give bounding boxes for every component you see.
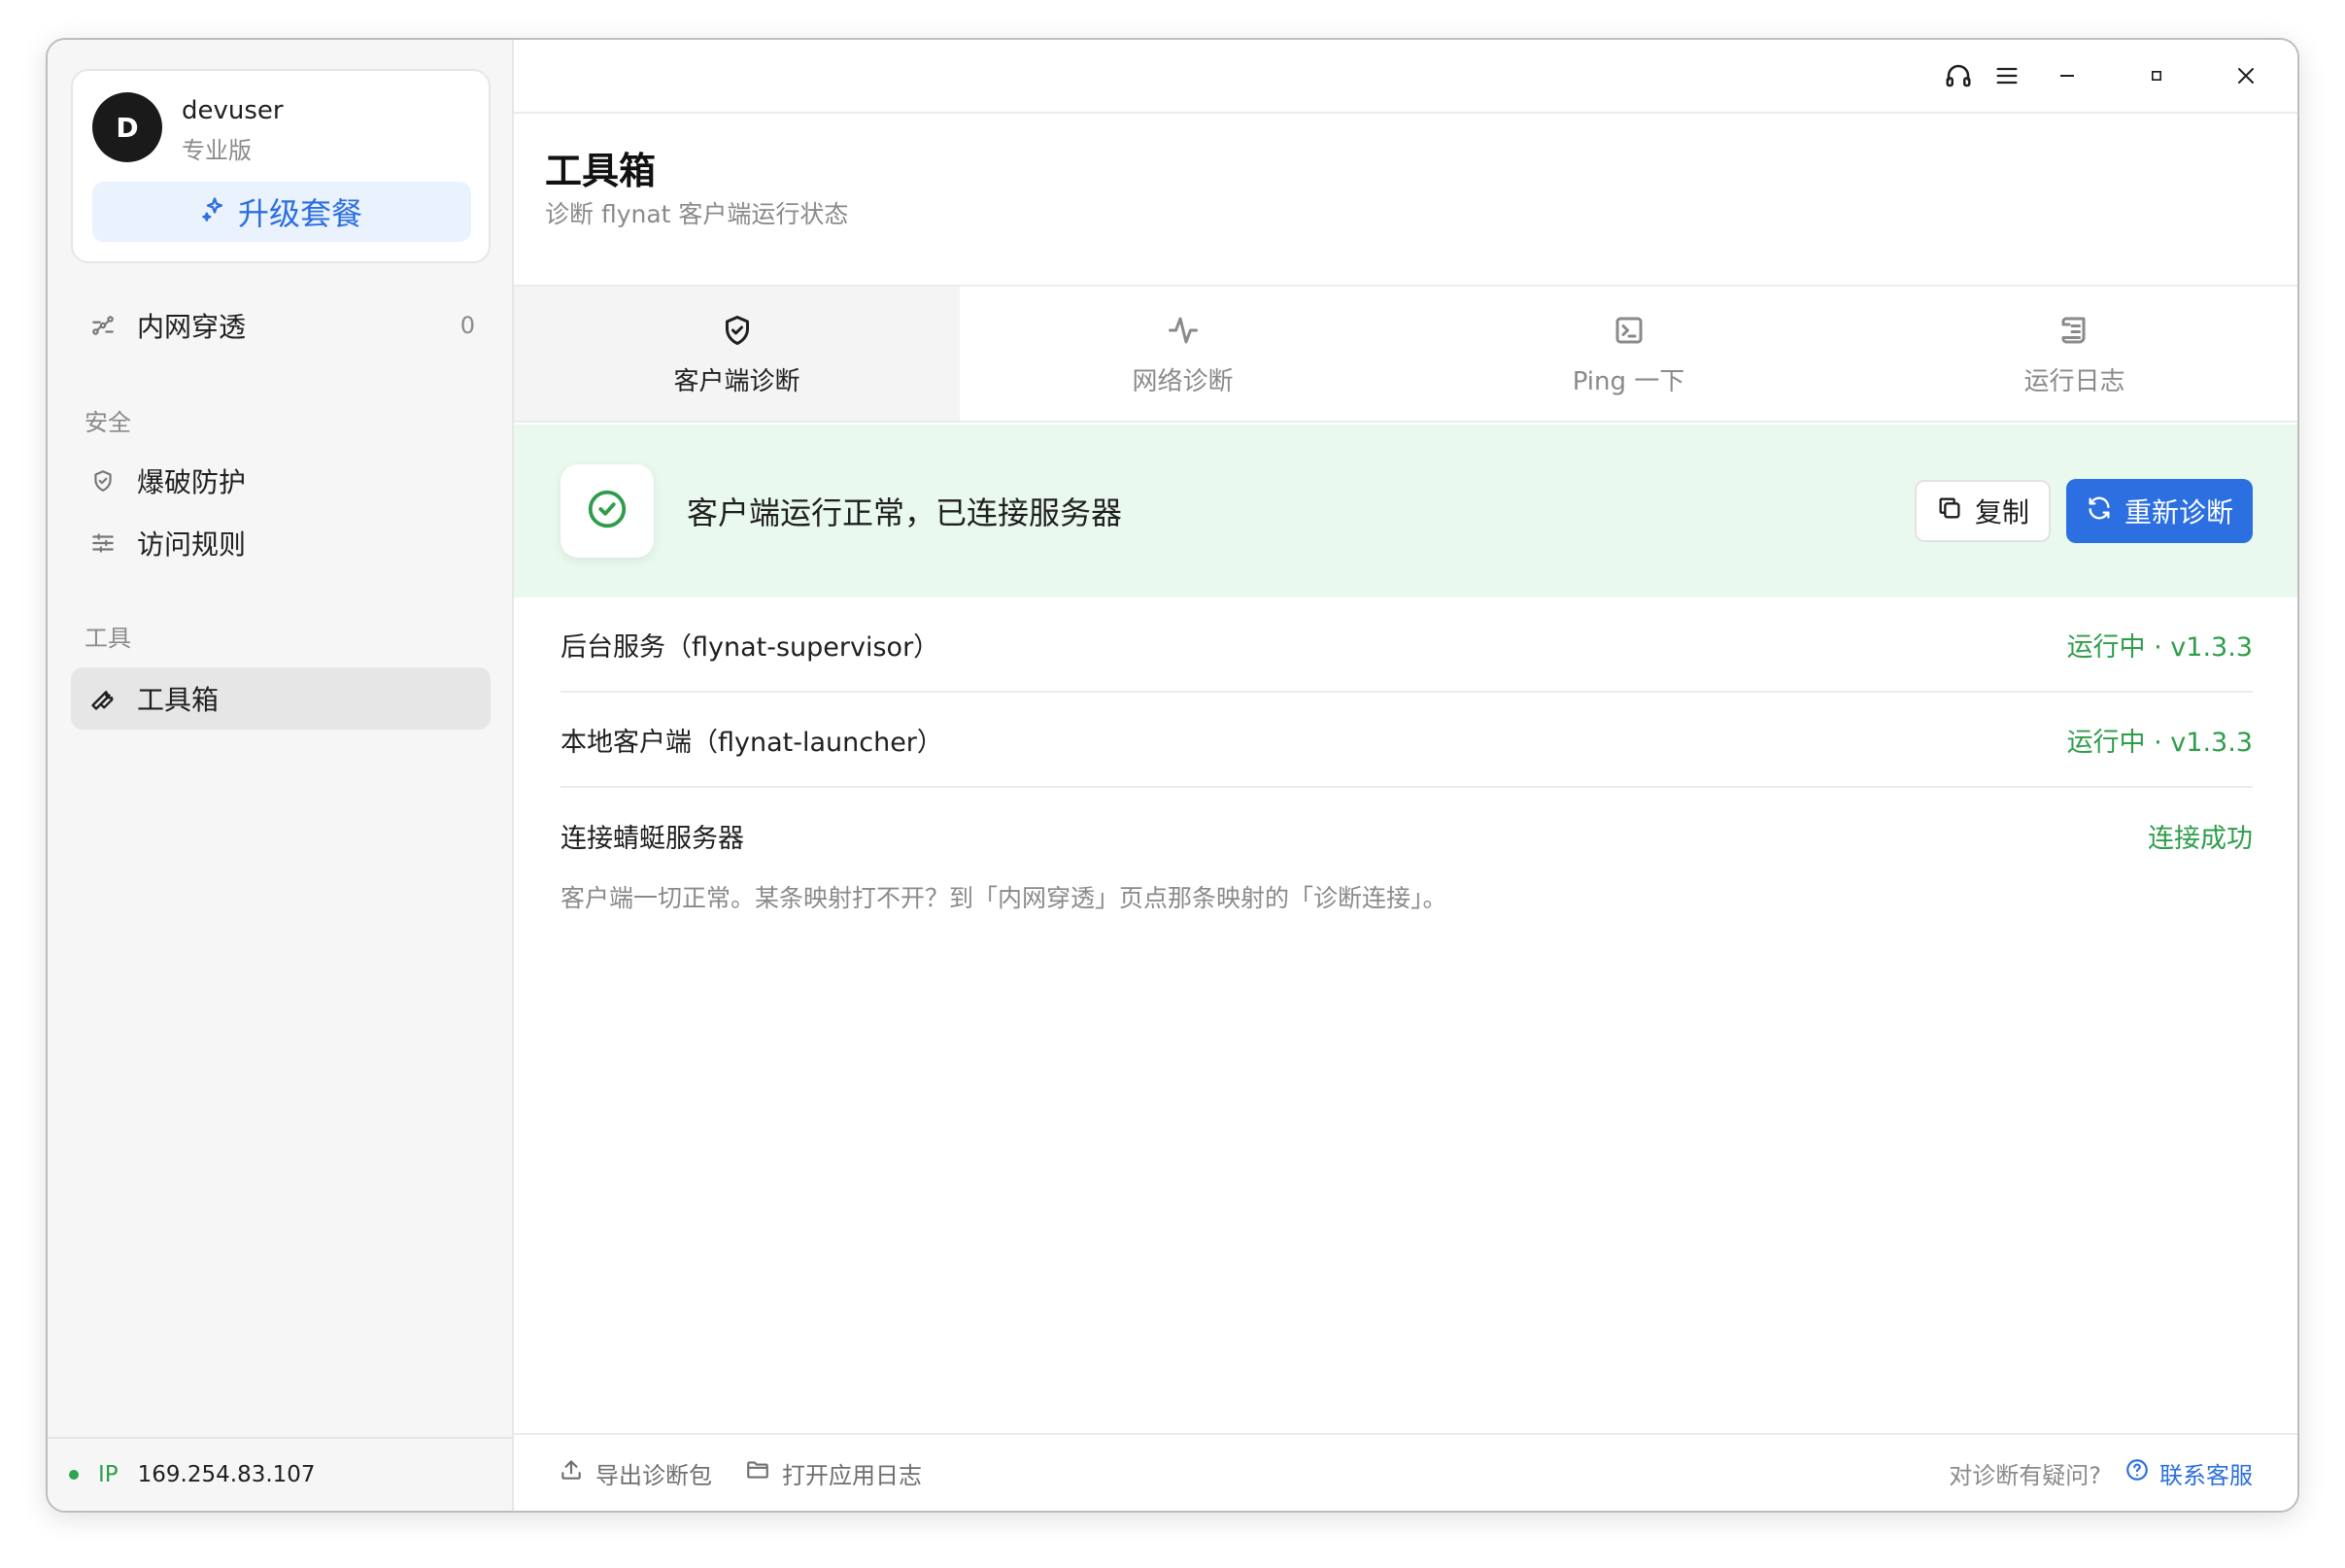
status-message: 客户端运行正常，已连接服务器: [687, 494, 1123, 531]
network-icon: [88, 311, 118, 340]
app-window: D devuser 专业版 升级套餐 内网穿透 0 安全 爆破防护 访问规则 工…: [46, 38, 2299, 1513]
avatar[interactable]: D: [92, 92, 162, 162]
check-status: 连接成功: [2148, 823, 2253, 854]
open-app-log-button[interactable]: 打开应用日志: [745, 1456, 922, 1490]
check-name: 后台服务（flynat-supervisor）: [561, 631, 940, 663]
activity-icon: [1164, 311, 1203, 350]
copy-button[interactable]: 复制: [1914, 480, 2051, 542]
ip-label: IP: [98, 1462, 119, 1487]
status-icon-box: [561, 464, 654, 558]
section-label-tools: 工具: [85, 625, 131, 652]
tab-client-diagnosis[interactable]: 客户端诊断: [514, 287, 960, 421]
contact-support-link[interactable]: 联系客服: [2124, 1456, 2253, 1490]
contact-label: 联系客服: [2159, 1461, 2253, 1489]
titlebar: [514, 40, 2297, 114]
check-list: 后台服务（flynat-supervisor） 运行中 · v1.3.3 本地客…: [561, 597, 2253, 883]
scroll-icon: [2056, 311, 2094, 350]
status-banner: 客户端运行正常，已连接服务器 复制 重新诊断: [514, 425, 2297, 597]
rediagnose-button[interactable]: 重新诊断: [2065, 479, 2253, 543]
main-footer: 导出诊断包 打开应用日志 对诊断有疑问? 联系客服: [514, 1433, 2297, 1511]
main-panel: 工具箱 诊断 flynat 客户端运行状态 客户端诊断 网络诊断 Ping 一下…: [514, 40, 2297, 1511]
plan-label: 专业版: [182, 137, 252, 164]
online-dot: [69, 1470, 79, 1480]
sidebar-item-toolbox[interactable]: 工具箱: [71, 667, 491, 730]
rediagnose-label: 重新诊断: [2124, 496, 2233, 528]
menu-icon[interactable]: [1990, 59, 2023, 92]
check-circle-icon: [585, 487, 629, 535]
sidebar-item-tunnel[interactable]: 内网穿透 0: [71, 294, 491, 357]
check-row: 后台服务（flynat-supervisor） 运行中 · v1.3.3: [561, 597, 2253, 693]
sidebar-item-access-rules[interactable]: 访问规则: [71, 512, 491, 574]
tab-label: 客户端诊断: [673, 366, 800, 396]
copy-icon: [1936, 494, 1963, 528]
sidebar-item-brute-force[interactable]: 爆破防护: [71, 450, 491, 512]
sliders-icon: [88, 528, 118, 558]
connection-status: IP 169.254.83.107: [48, 1437, 512, 1511]
help-circle-icon: [2124, 1457, 2150, 1488]
tab-network-diagnosis[interactable]: 网络诊断: [960, 287, 1406, 421]
copy-label: 复制: [1974, 496, 2029, 528]
tab-label: 网络诊断: [1132, 366, 1234, 396]
terminal-icon: [1610, 311, 1648, 350]
tab-bar: 客户端诊断 网络诊断 Ping 一下 运行日志: [514, 287, 2297, 423]
upload-icon: [559, 1457, 584, 1488]
shield-check-icon: [718, 311, 757, 350]
check-status: 运行中 · v1.3.3: [2066, 631, 2253, 663]
sidebar-item-label: 工具箱: [137, 684, 220, 716]
sparkle-icon: [201, 193, 228, 230]
check-name: 本地客户端（flynat-launcher）: [561, 727, 943, 758]
tab-label: 运行日志: [2023, 366, 2125, 396]
user-card: D devuser 专业版 升级套餐: [71, 69, 491, 263]
open-log-label: 打开应用日志: [782, 1461, 922, 1489]
tab-label: Ping 一下: [1572, 366, 1685, 396]
maximize-icon[interactable]: [2140, 59, 2173, 92]
username: devuser: [182, 96, 284, 125]
export-diagnostics-button[interactable]: 导出诊断包: [559, 1456, 712, 1490]
upgrade-label: 升级套餐: [237, 195, 362, 232]
refresh-icon: [2086, 494, 2113, 528]
page-header: 工具箱 诊断 flynat 客户端运行状态: [514, 114, 2297, 287]
upgrade-button[interactable]: 升级套餐: [92, 182, 471, 242]
sidebar-item-label: 爆破防护: [137, 466, 247, 498]
check-status: 运行中 · v1.3.3: [2066, 727, 2253, 758]
sidebar: D devuser 专业版 升级套餐 内网穿透 0 安全 爆破防护 访问规则 工…: [48, 40, 514, 1511]
sidebar-item-label: 内网穿透: [137, 311, 247, 343]
check-row: 本地客户端（flynat-launcher） 运行中 · v1.3.3: [561, 693, 2253, 788]
hint-text: 客户端一切正常。某条映射打不开？到「内网穿透」页点那条映射的「诊断连接」。: [561, 884, 1447, 912]
folder-icon: [745, 1457, 770, 1488]
section-label-security: 安全: [85, 409, 131, 436]
close-icon[interactable]: [2229, 59, 2262, 92]
sidebar-item-label: 访问规则: [137, 528, 247, 561]
export-label: 导出诊断包: [595, 1461, 712, 1489]
check-name: 连接蜻蜓服务器: [561, 823, 744, 854]
tab-run-log[interactable]: 运行日志: [1852, 287, 2297, 421]
tab-ping[interactable]: Ping 一下: [1406, 287, 1852, 421]
ip-value: 169.254.83.107: [137, 1462, 316, 1487]
minimize-icon[interactable]: [2051, 59, 2084, 92]
headset-icon[interactable]: [1942, 59, 1975, 92]
shield-icon: [88, 466, 118, 495]
page-title: 工具箱: [545, 150, 657, 192]
tunnel-count: 0: [459, 312, 475, 339]
check-row: 连接蜻蜓服务器 连接成功: [561, 788, 2253, 883]
wrench-icon: [88, 684, 118, 713]
page-subtitle: 诊断 flynat 客户端运行状态: [545, 200, 849, 228]
help-question: 对诊断有疑问?: [1949, 1461, 2101, 1489]
footer-help: 对诊断有疑问? 联系客服: [1949, 1456, 2253, 1490]
